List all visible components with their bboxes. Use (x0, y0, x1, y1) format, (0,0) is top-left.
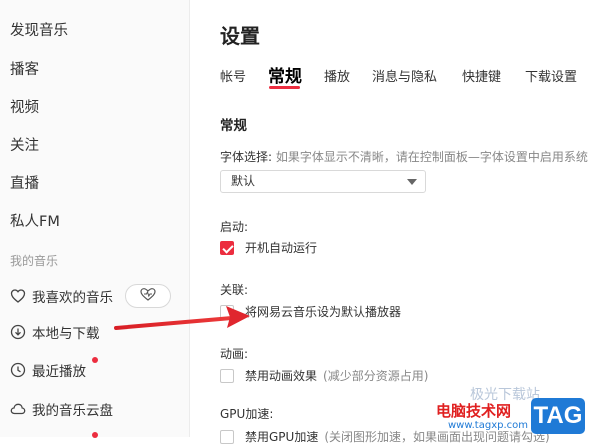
tag-logo: TAG (531, 398, 585, 434)
watermark-text: 电脑技术网 (436, 402, 512, 420)
watermark-url: www.tagxp.com (448, 420, 528, 431)
annotation-arrow (114, 306, 250, 330)
watermark: 极光下载站 电脑技术网 www.tagxp.com TAG (430, 384, 591, 437)
